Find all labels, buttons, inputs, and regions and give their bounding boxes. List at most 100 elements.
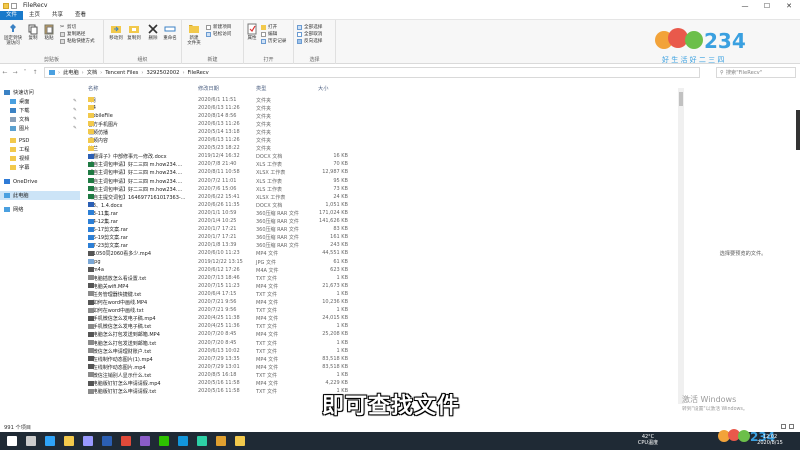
select-none-button[interactable]: 全部取消 (297, 31, 322, 37)
pin-quick-access-button[interactable]: 固定到快速访问 (3, 23, 23, 46)
paste-button[interactable]: 粘贴 (42, 23, 56, 41)
new-item-button[interactable]: 新建项目 (206, 24, 231, 30)
photoshop-icon[interactable] (42, 434, 58, 448)
delete-button[interactable]: 删除 (146, 23, 160, 41)
new-folder-button[interactable]: 新建 文件夹 (185, 23, 203, 46)
qq-icon[interactable] (175, 434, 191, 448)
pin-icon[interactable]: ✎ (73, 99, 77, 104)
audition-icon[interactable] (194, 434, 210, 448)
breadcrumb-documents[interactable]: 文档 (87, 69, 97, 76)
file-row[interactable]: 1.微信怎么申请理财账户.txt 2020/6/13 10:02 TXT 文件 1 K… (82, 347, 678, 355)
file-row[interactable]: 1.如何在word中画线.MP4 2020/7/21 9:56 MP4 文件 10,2… (82, 299, 678, 307)
sidebar-item[interactable]: 字幕 (0, 163, 80, 172)
file-row[interactable]: 藏兰 2020/5/23 18:22 文件夹 (82, 145, 678, 153)
minimize-button[interactable]: — (734, 2, 756, 10)
vertical-scrollbar[interactable] (678, 88, 684, 404)
column-header-name[interactable]: 名称 (88, 85, 98, 92)
file-row[interactable]: 1.如何在word中画线.txt 2020/7/21 9:56 TXT 文件 1 KB (82, 307, 678, 315)
easy-access-button[interactable]: 轻松访问 (206, 31, 231, 37)
invert-selection-button[interactable]: 反向选择 (297, 38, 322, 44)
sidebar-item[interactable]: 此电脑 (0, 191, 80, 200)
file-row[interactable]: 1.手机微信怎么发电子稿.mp4 2020/4/25 11:38 MP4 文件 24,… (82, 315, 678, 323)
menu-view[interactable]: 查看 (69, 11, 92, 20)
file-row[interactable]: 1.m4a 2020/6/12 17:26 M4A 文件 623 KB (82, 266, 678, 274)
scrollbar-thumb[interactable] (679, 92, 683, 106)
menu-home[interactable]: 主页 (23, 11, 46, 20)
file-row[interactable]: 【自主词包申请】好二三四 m.how234.... 2020/7/8 21:40 X… (82, 161, 678, 169)
media-encoder-icon[interactable] (137, 434, 153, 448)
search-icon[interactable] (23, 434, 39, 448)
sidebar-item[interactable]: 工程 (0, 145, 80, 154)
sidebar-item[interactable]: PSD (0, 136, 80, 145)
close-button[interactable]: ✕ (778, 2, 800, 10)
sidebar-item[interactable]: 快速访问 (0, 88, 80, 97)
clock[interactable]: 12:02 2020/8/15 (750, 434, 790, 446)
open-button[interactable]: 打开 (261, 24, 277, 30)
large-icons-view-icon[interactable] (789, 424, 794, 429)
wechat-icon[interactable] (156, 434, 172, 448)
sidebar-item[interactable]: 文档 ✎ (0, 115, 80, 124)
breadcrumb-tencent-files[interactable]: Tencent Files (105, 70, 138, 76)
back-button[interactable]: ← (0, 69, 10, 76)
file-row[interactable]: 1.7-23剪文案.rar 2020/1/8 13:39 360压缩 RAR 文件 2… (82, 242, 678, 250)
file-row[interactable]: 视频仿播 2020/5/14 13:18 文件夹 (82, 128, 678, 136)
breadcrumb-account[interactable]: 3292502002 (146, 70, 179, 76)
sidebar-item[interactable]: 下载 ✎ (0, 106, 80, 115)
word-icon[interactable] (99, 434, 115, 448)
up-button[interactable]: ↑ (30, 69, 40, 76)
file-row[interactable]: 【自主提交词包】1646977161017363-... 2020/6/22 15… (82, 193, 678, 201)
file-row[interactable]: 1.3-11集.rar 2020/1/1 10:59 360压缩 RAR 文件 171… (82, 209, 678, 217)
column-header-type[interactable]: 类型 (256, 85, 266, 92)
breadcrumb-this-pc[interactable]: 此电脑 (63, 69, 79, 76)
rename-button[interactable]: 重命名 (162, 23, 178, 41)
chrome-icon[interactable] (118, 434, 134, 448)
sidebar-item[interactable]: OneDrive (0, 177, 80, 186)
file-row[interactable]: 【自主词包申请】好二三四 m.how234.... 2020/8/11 10:58… (82, 169, 678, 177)
copy-to-button[interactable]: 复制到 (126, 23, 142, 41)
file-row[interactable]: 1.电脑怎么打包发送到邮箱.txt 2020/7/20 8:45 TXT 文件 1 K… (82, 339, 678, 347)
move-to-button[interactable]: 移动到 (108, 23, 124, 41)
file-row[interactable]: 1.微信注销别人显示什么.txt 2020/8/5 16:18 TXT 文件 1 KB (82, 371, 678, 379)
sidebar-item[interactable]: 桌面 ✎ (0, 97, 80, 106)
start-icon[interactable] (4, 434, 20, 448)
properties-button[interactable]: 属性 (245, 23, 259, 41)
file-row[interactable]: MobileFile 2020/8/14 8:56 文件夹 (82, 112, 678, 120)
pin-icon[interactable]: ✎ (73, 126, 77, 131)
forward-button[interactable]: → (10, 69, 20, 76)
paste-shortcut-button[interactable]: 粘贴快捷方式 (60, 38, 95, 44)
history-button[interactable]: 历史记录 (261, 38, 286, 44)
file-row[interactable]: 1.电脑版钉钉怎么申请请假.mp4 2020/5/16 11:58 MP4 文件 4,… (82, 380, 678, 388)
cut-button[interactable]: ✂ 剪切 (60, 24, 76, 30)
file-explorer-icon[interactable] (61, 434, 77, 448)
pin-icon[interactable]: ✎ (73, 117, 77, 122)
file-row[interactable]: 1.4-12集.rar 2020/1/4 10:25 360压缩 RAR 文件 141… (82, 218, 678, 226)
file-row[interactable]: 1.3、1.4.docx 2020/6/26 11:35 DOCX 文档 1,051 … (82, 201, 678, 209)
sidebar-item[interactable]: 视频 (0, 154, 80, 163)
menu-share[interactable]: 共享 (46, 11, 69, 20)
menu-file[interactable]: 文件 (0, 10, 24, 20)
file-row[interactable]: 5月 2020/6/1 11:51 文件夹 (82, 96, 678, 104)
file-row[interactable]: 1.1050同2060看多少.mp4 2020/6/10 11:23 MP4 文件 4… (82, 250, 678, 258)
quick-access-icon[interactable] (11, 2, 17, 9)
breadcrumb-filerecv[interactable]: FileRecv (188, 70, 209, 76)
folder-icon[interactable] (232, 434, 248, 448)
pin-icon[interactable]: ✎ (73, 108, 77, 113)
column-header-size[interactable]: 大小 (318, 85, 328, 92)
file-row[interactable]: 1.6-19剪文案.rar 2020/1/7 17:21 360压缩 RAR 文件 1… (82, 234, 678, 242)
address-field[interactable]: › 此电脑 › 文档 › Tencent Files › 3292502002 … (44, 67, 700, 78)
sidebar-item[interactable]: 网络 (0, 205, 80, 214)
file-row[interactable]: 官方手机图片 2020/6/13 11:26 文件夹 (82, 120, 678, 128)
file-row[interactable]: 1.在线制作动态图片.mp4 2020/7/29 13:01 MP4 文件 83,51… (82, 363, 678, 371)
file-row[interactable]: 1.手机微信怎么发电子稿.txt 2020/4/25 11:36 TXT 文件 1 K… (82, 323, 678, 331)
search-input[interactable]: ⚲ 搜索"FileRecv" (716, 67, 796, 78)
edit-button[interactable]: 编辑 (261, 31, 277, 37)
file-row[interactable]: 1.电脑插放怎么看设置.txt 2020/7/13 18:46 TXT 文件 1 KB (82, 274, 678, 282)
file-row[interactable]: 1.任务管理器快捷键.txt 2020/6/4 17:15 TXT 文件 1 KB (82, 290, 678, 298)
file-row[interactable]: 1.5-17剪文案.rar 2020/1/7 17:21 360压缩 RAR 文件 8… (82, 226, 678, 234)
file-row[interactable]: 1.jpg 2019/12/22 13:15 JPG 文件 61 KB (82, 258, 678, 266)
sidebar-item[interactable]: 图片 ✎ (0, 124, 80, 133)
copy-button[interactable]: 复制 (26, 23, 40, 41)
file-row[interactable]: 【自主词包申请】好二三四 m.how234.... 2020/7/6 15:06 X… (82, 185, 678, 193)
file-row[interactable]: 【自主词包申请】好二三四 m.how234.... 2020/7/2 11:01 X… (82, 177, 678, 185)
premiere-icon[interactable] (80, 434, 96, 448)
